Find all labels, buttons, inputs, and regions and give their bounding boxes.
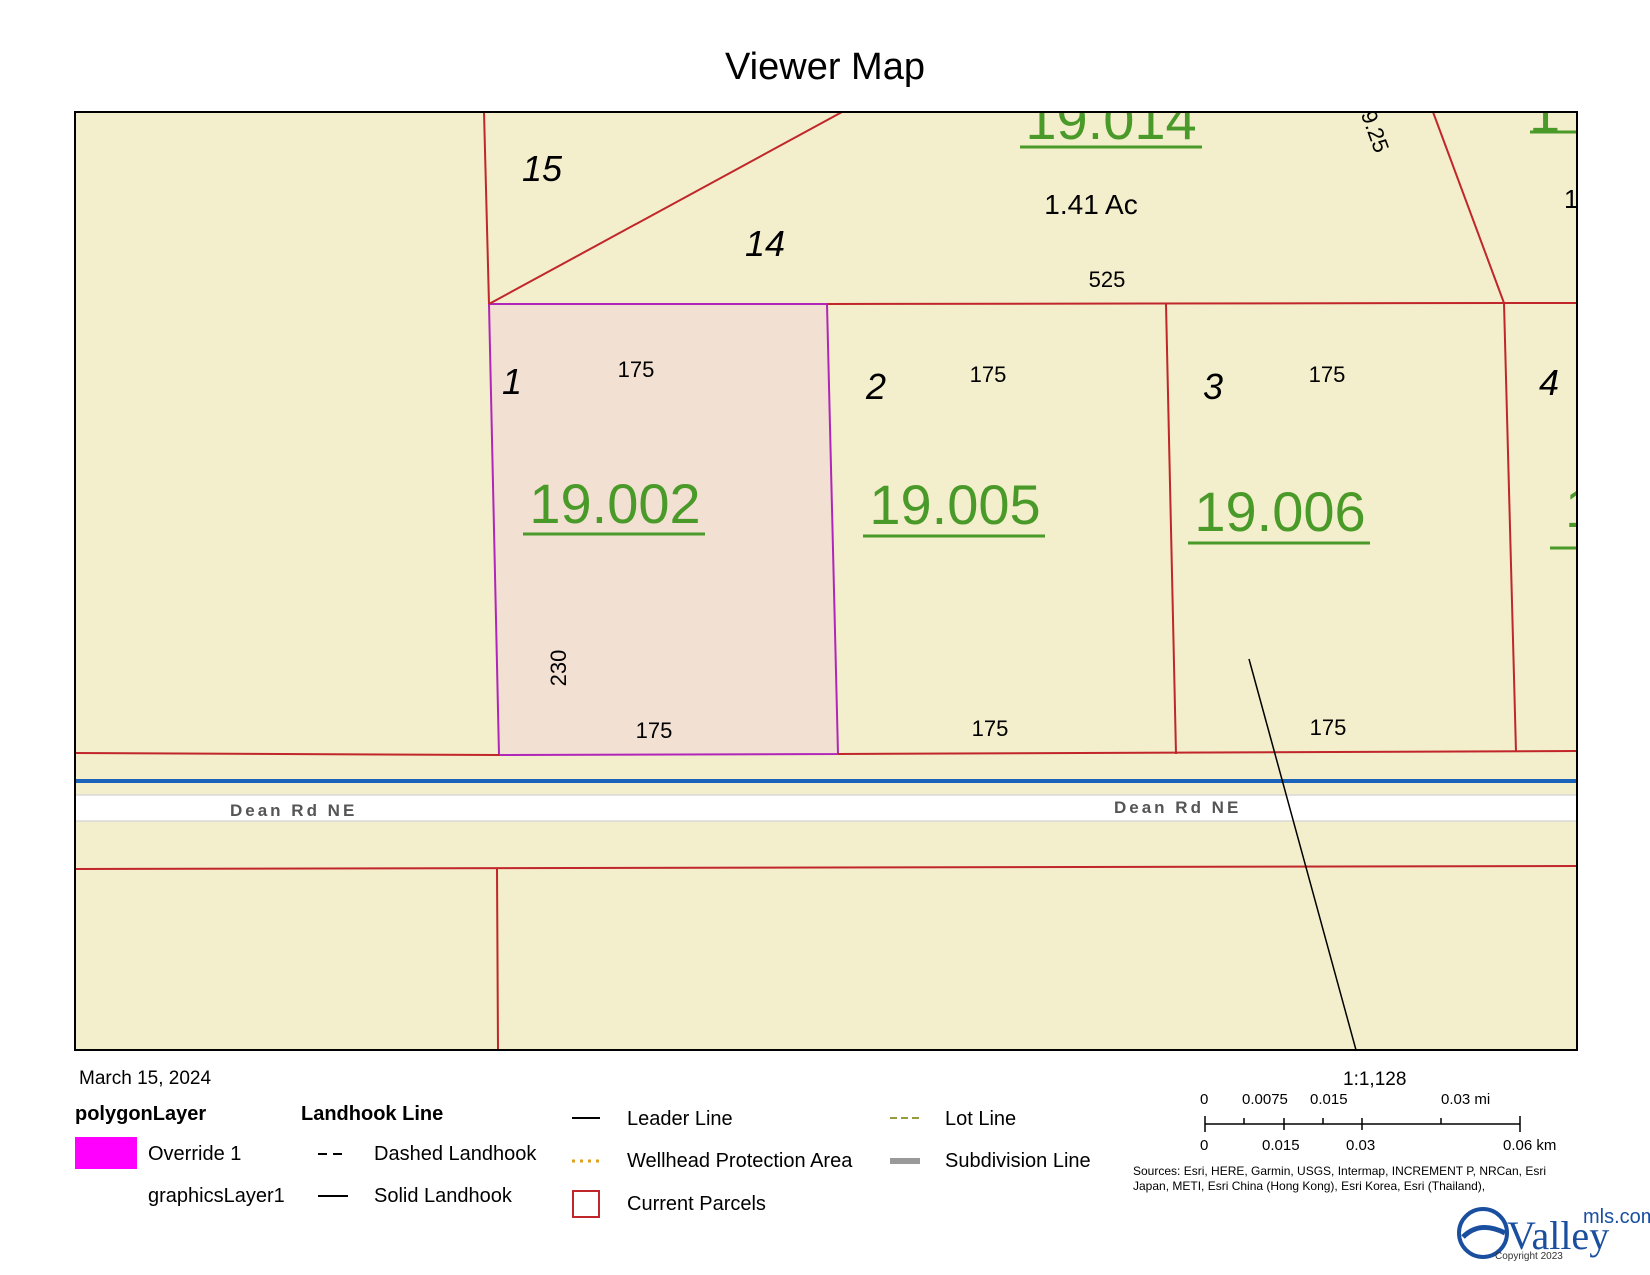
map-date: March 15, 2024 [79,1068,212,1089]
scale-ratio: 1:1,128 [1343,1069,1407,1090]
parcel-id-19006[interactable]: 19.006 [1194,480,1365,543]
dimension-lot2-bottom: 175 [972,716,1009,741]
scale-km-tick-2: 0.03 [1346,1137,1376,1154]
scale-mi-tick-0: 0 [1200,1091,1209,1108]
legend-leader-line: Leader Line [627,1108,733,1130]
legend-graphics-layer-label: graphicsLayer1 [148,1185,285,1207]
lot-number-15: 15 [522,148,563,189]
scale-mi-tick-3: 0.03 mi [1441,1091,1491,1108]
legend-wellhead: Wellhead Protection Area [627,1150,853,1172]
road-label-right: Dean Rd NE [1114,798,1241,817]
scale-km-tick-0: 0 [1200,1137,1209,1154]
legend-polygon-layer-title: polygonLayer [75,1103,207,1125]
override-swatch [75,1137,137,1169]
scale-mi-tick-2: 0.015 [1310,1091,1348,1108]
dimension-lot3-bottom: 175 [1310,715,1347,740]
dimension-lot1-top: 175 [618,357,655,382]
logo-swoosh-wave-icon [1461,1225,1507,1239]
lot-number-2: 2 [865,366,886,407]
legend-landhook-title: Landhook Line [301,1103,444,1125]
logo-suffix-text: mls.com [1583,1206,1650,1228]
legend-dashed-landhook: Dashed Landhook [374,1143,537,1165]
lot-number-1: 1 [502,361,522,402]
parcel-id-19002[interactable]: 19.002 [529,472,700,535]
legend-lot-line: Lot Line [945,1108,1017,1130]
parcel-id-partial-right: 1 [1565,476,1596,539]
valleymls-logo[interactable]: Valley mls.com Copyright 2023 [1455,1203,1650,1263]
lot-number-3: 3 [1203,366,1223,407]
scale-mi-tick-1: 0.0075 [1242,1091,1288,1108]
map-sources: Sources: Esri, HERE, Garmin, USGS, Inter… [1133,1164,1546,1193]
current-parcels-symbol [572,1190,600,1218]
acreage-label: 1.41 Ac [1044,189,1137,220]
logo-copyright-text: Copyright 2023 [1495,1251,1563,1262]
scale-km-tick-1: 0.015 [1262,1137,1300,1154]
dimension-lot1-side: 230 [546,650,571,687]
parcel-id-19005[interactable]: 19.005 [869,473,1040,536]
legend-current-parcels: Current Parcels [627,1193,766,1215]
dimension-lot2-top: 175 [970,362,1007,387]
dimension-lot3-top: 175 [1309,362,1346,387]
legend-override-label: Override 1 [148,1143,242,1165]
dimension-525: 525 [1089,267,1126,292]
road-label-left: Dean Rd NE [230,801,357,820]
parcel-id-19014[interactable]: 19.014 [1025,88,1196,151]
legend-subdivision-line: Subdivision Line [945,1150,1091,1172]
scale-bar [1204,1116,1521,1132]
scale-km-tick-3: 0.06 km [1503,1137,1557,1154]
dimension-lot1-bottom: 175 [636,718,673,743]
legend-solid-landhook: Solid Landhook [374,1185,512,1207]
lot-number-4: 4 [1539,362,1559,403]
lot-number-14: 14 [745,223,785,264]
